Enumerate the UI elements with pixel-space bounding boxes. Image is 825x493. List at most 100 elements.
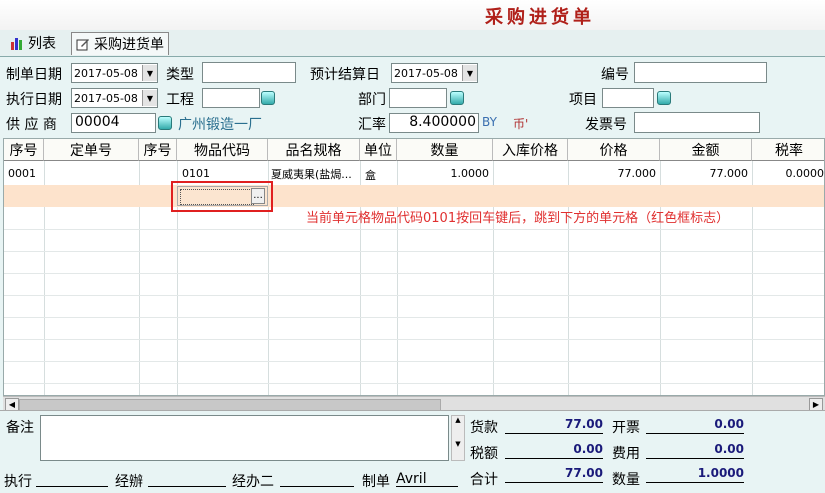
goods-value: 77.00 (505, 417, 603, 434)
grid-divider (4, 339, 824, 340)
title-bar: 采购进货单 (0, 0, 825, 30)
type-field[interactable] (202, 62, 296, 83)
exec-label: 执行 (4, 474, 32, 490)
qty-value: 1.0000 (646, 466, 744, 483)
cell-unit[interactable]: 盒 (365, 167, 376, 183)
settle-date-picker[interactable]: 2017-05-08 ▼ (391, 63, 478, 83)
supplier-code-field[interactable]: 00004 (71, 113, 156, 133)
rate-field[interactable]: 8.400000 (389, 113, 479, 133)
project-label: 工程 (166, 92, 194, 108)
handler2-signature-line[interactable] (280, 486, 354, 487)
settle-date-value: 2017-05-08 (394, 66, 458, 80)
col-header-qty[interactable]: 数量 (397, 139, 493, 161)
grid-divider (4, 295, 824, 296)
handler-signature-line[interactable] (148, 486, 226, 487)
maker-value: Avril (396, 471, 458, 487)
tab-list[interactable]: 列表 (6, 32, 60, 54)
create-date-value: 2017-05-08 (74, 66, 138, 80)
grid-divider (4, 383, 824, 384)
supplier-label: 供 应 商 (6, 117, 57, 133)
col-header-seq[interactable]: 序号 (4, 139, 44, 161)
table-row[interactable]: 0001 0101 夏威夷果(盐焗... 盒 1.0000 77.000 77.… (4, 161, 825, 185)
grid-divider (4, 273, 824, 274)
create-date-picker[interactable]: 2017-05-08 ▼ (71, 63, 158, 83)
col-header-price[interactable]: 价格 (568, 139, 660, 161)
chevron-down-icon[interactable]: ▼ (142, 90, 157, 106)
item-field[interactable] (602, 88, 654, 108)
create-date-label: 制单日期 (6, 67, 62, 83)
items-grid[interactable]: 序号 定单号 序号 物品代码 品名规格 单位 数量 入库价格 价格 金额 税率 … (3, 138, 825, 396)
dept-field[interactable] (389, 88, 447, 108)
rate-label: 汇率 (358, 117, 386, 133)
grid-divider (4, 251, 824, 252)
bar-chart-icon (10, 36, 24, 50)
grid-divider (4, 361, 824, 362)
database-lookup-icon[interactable] (261, 91, 275, 105)
type-label: 类型 (166, 67, 194, 83)
invoice-open-value: 0.00 (646, 417, 744, 434)
cell-item-code[interactable]: 0101 (182, 167, 210, 180)
highlight-frame (171, 181, 273, 212)
handler2-label: 经办二 (232, 474, 274, 490)
database-lookup-icon[interactable] (657, 91, 671, 105)
col-header-order-no[interactable]: 定单号 (44, 139, 139, 161)
active-row[interactable] (4, 185, 824, 207)
handler-label: 经辦 (115, 474, 143, 490)
tab-purchase-receipt[interactable]: 采购进货单 (71, 32, 169, 55)
col-header-seq2[interactable]: 序号 (139, 139, 177, 161)
total-value: 77.00 (505, 466, 603, 483)
cell-qty[interactable]: 1.0000 (397, 167, 490, 180)
bottom-panel: 备注 ▲ ▼ 货款 77.00 开票 0.00 税额 0.00 费用 0.00 … (0, 410, 825, 493)
chevron-down-icon[interactable]: ▼ (142, 65, 157, 81)
tab-list-label: 列表 (28, 36, 56, 52)
exec-date-label: 执行日期 (6, 92, 62, 108)
remark-label: 备注 (6, 420, 34, 436)
currency-code: BY (482, 115, 497, 129)
total-label: 合计 (470, 472, 498, 488)
window-title: 采购进货单 (485, 7, 595, 28)
remark-scrollbar[interactable]: ▲ ▼ (451, 415, 465, 461)
grid-divider (4, 229, 824, 230)
fee-label: 费用 (612, 446, 640, 462)
horizontal-scrollbar[interactable]: ◀ ▶ (3, 396, 825, 411)
col-header-unit[interactable]: 单位 (360, 139, 397, 161)
qty-label: 数量 (612, 472, 640, 488)
exec-signature-line[interactable] (36, 486, 108, 487)
cell-price[interactable]: 77.000 (568, 167, 657, 180)
exec-date-picker[interactable]: 2017-05-08 ▼ (71, 88, 158, 108)
col-header-item-code[interactable]: 物品代码 (177, 139, 268, 161)
col-header-tax-rate[interactable]: 税率 (752, 139, 824, 161)
database-lookup-icon[interactable] (450, 91, 464, 105)
settle-date-label: 预计结算日 (310, 67, 380, 83)
dept-label: 部门 (358, 92, 386, 108)
cell-name-spec[interactable]: 夏威夷果(盐焗... (271, 166, 357, 182)
annotation-text: 当前单元格物品代码0101按回车键后，跳到下方的单元格（红色框标志） (306, 211, 730, 226)
goods-label: 货款 (470, 420, 498, 436)
col-header-amount[interactable]: 金额 (660, 139, 752, 161)
cell-tax-rate[interactable]: 0.0000 (752, 167, 825, 180)
tax-value: 0.00 (505, 442, 603, 459)
invoice-open-label: 开票 (612, 420, 640, 436)
cell-seq[interactable]: 0001 (8, 167, 36, 180)
col-header-name-spec[interactable]: 品名规格 (268, 139, 360, 161)
maker-label: 制单 (362, 474, 390, 490)
remark-field[interactable] (40, 415, 449, 461)
fee-value: 0.00 (646, 442, 744, 459)
tab-strip: 列表 采购进货单 (0, 30, 825, 57)
scroll-up-icon[interactable]: ▲ (452, 416, 464, 424)
invoice-label: 发票号 (585, 117, 627, 133)
number-field[interactable] (634, 62, 767, 83)
form-edit-icon (76, 37, 90, 51)
number-label: 编号 (601, 67, 629, 83)
chevron-down-icon[interactable]: ▼ (462, 65, 477, 81)
supplier-name: 广州锻造一厂 (178, 117, 262, 133)
project-field[interactable] (202, 88, 260, 108)
currency-unit: 币' (513, 117, 529, 131)
tab-purchase-receipt-label: 采购进货单 (94, 37, 164, 53)
item-label: 项目 (569, 92, 597, 108)
invoice-field[interactable] (634, 112, 760, 133)
col-header-in-price[interactable]: 入库价格 (493, 139, 568, 161)
scroll-down-icon[interactable]: ▼ (452, 440, 464, 448)
database-lookup-icon[interactable] (158, 116, 172, 130)
cell-amount[interactable]: 77.000 (660, 167, 749, 180)
